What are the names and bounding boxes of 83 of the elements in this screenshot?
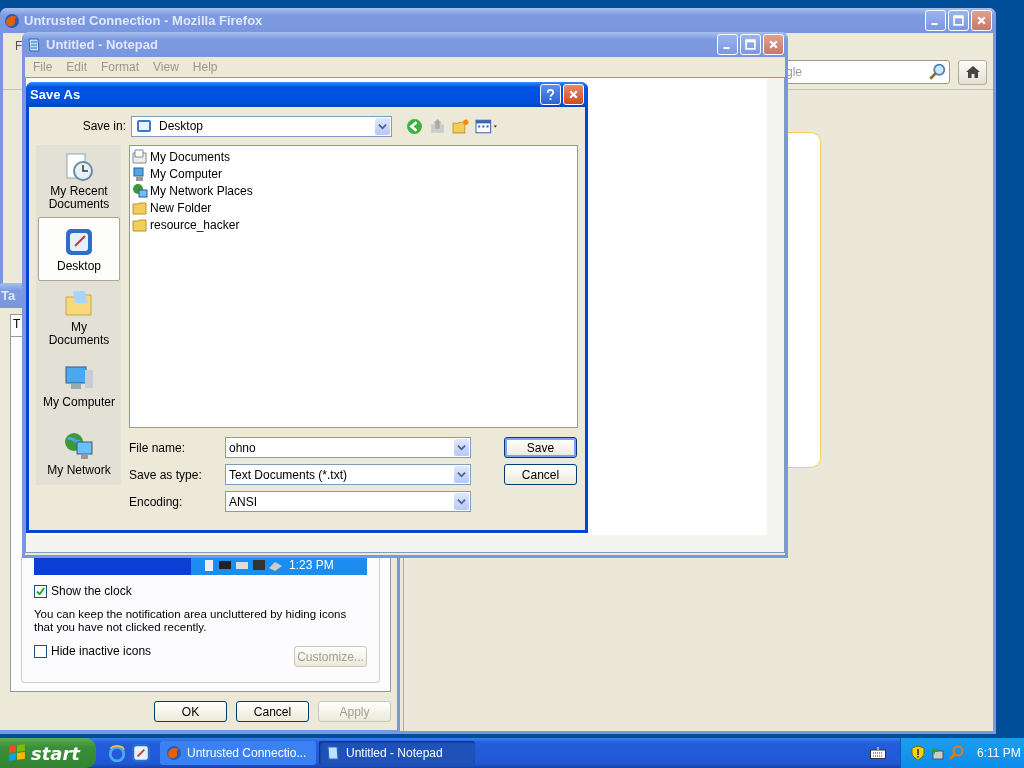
maximize-icon (953, 15, 964, 26)
keyboard-icon[interactable] (870, 747, 886, 759)
browser-icon[interactable] (108, 744, 126, 762)
notepad-icon (325, 745, 341, 761)
minimize-button[interactable] (717, 34, 738, 55)
close-button[interactable] (763, 34, 784, 55)
maximize-button[interactable] (948, 10, 969, 31)
close-icon (568, 89, 579, 100)
desktop-icon (136, 118, 152, 134)
place-item[interactable]: My Computer (38, 353, 120, 417)
menu-item[interactable]: F (15, 39, 23, 53)
place-item[interactable]: My Network (38, 421, 120, 485)
globe-icon (4, 12, 20, 29)
file-name[interactable]: resource_hacker (150, 217, 240, 232)
clock-text: 1:23 PM (289, 558, 334, 572)
start-button[interactable]: start (0, 738, 96, 768)
field-label: Save as type: (129, 467, 203, 482)
file-name[interactable]: My Network Places (150, 183, 253, 198)
minimize-button[interactable] (925, 10, 946, 31)
home-button[interactable] (958, 59, 987, 85)
up-folder-icon[interactable] (429, 117, 446, 135)
file-name[interactable]: My Documents (150, 149, 231, 164)
folder-icon (132, 216, 148, 233)
window-title: Untrusted Connection - Mozilla Firefox (24, 13, 264, 28)
dialog-button[interactable]: Save (504, 437, 577, 458)
close-button[interactable] (563, 84, 584, 105)
document-folder-icon (132, 148, 148, 165)
dialog-button[interactable]: Cancel (236, 701, 309, 722)
shield-icon[interactable] (910, 745, 926, 761)
folder-icon (132, 199, 148, 216)
minimize-icon (931, 23, 938, 25)
location-dropdown[interactable]: Desktop (131, 115, 392, 137)
checkbox-label: Show the clock (51, 584, 132, 598)
search-icon (928, 63, 946, 81)
chevron-down-icon[interactable] (457, 443, 466, 452)
chevron-down-icon[interactable] (457, 497, 466, 506)
flag-icon (8, 744, 26, 762)
globe-icon (166, 745, 182, 761)
dropdown-field[interactable]: Text Documents (*.txt) (225, 464, 471, 485)
field-label: Save in: (81, 119, 127, 133)
maximize-icon (745, 39, 756, 50)
field-label: File name: (129, 440, 187, 455)
place-item[interactable]: My Documents (38, 285, 120, 349)
file-name[interactable]: My Computer (150, 166, 223, 181)
notepad-icon (26, 36, 42, 53)
back-icon[interactable] (406, 117, 423, 135)
views-icon[interactable] (475, 117, 500, 135)
taskbar-button[interactable]: Untrusted Connectio... (160, 741, 316, 765)
dialog-button[interactable]: Cancel (504, 464, 577, 485)
chevron-down-icon[interactable] (457, 470, 466, 479)
vertical-scrollbar[interactable] (767, 78, 784, 535)
clock-document-icon (63, 151, 95, 183)
network-icon (132, 182, 148, 199)
window-title: Ta (1, 288, 17, 303)
checkbox[interactable] (34, 584, 47, 598)
question-mark-icon (545, 89, 556, 100)
minimize-icon (723, 47, 730, 49)
close-button[interactable] (971, 10, 992, 31)
new-folder-icon[interactable] (452, 117, 469, 135)
network-icon[interactable] (929, 745, 945, 761)
dropdown-field[interactable]: ohno (225, 437, 471, 458)
place-item[interactable]: My Recent Documents (38, 149, 120, 213)
window-title: Untitled - Notepad (46, 37, 159, 52)
checkbox[interactable] (34, 644, 47, 658)
file-list[interactable]: My Documents My Computer My Network Places New Folder resource_hacker (129, 145, 578, 428)
place-item[interactable]: Desktop (38, 217, 120, 281)
window-title: Save As (30, 87, 82, 102)
home-icon (964, 64, 981, 80)
taskbar-button[interactable]: Untitled - Notepad (319, 741, 475, 765)
file-name[interactable]: New Folder (150, 200, 212, 215)
close-icon (768, 39, 779, 50)
help-button[interactable] (540, 84, 561, 105)
dialog-button[interactable]: OK (154, 701, 227, 722)
checkbox-label: Hide inactive icons (51, 644, 152, 658)
clock-text: 6:11 PM (977, 746, 1021, 760)
desktop-icon[interactable] (132, 744, 150, 762)
horizontal-scrollbar[interactable] (26, 535, 784, 552)
description-text: You can keep the notification area uncluttered by hiding icons that you have not clicked recently. (34, 608, 348, 634)
field-label: Encoding: (129, 494, 184, 509)
maximize-button[interactable] (740, 34, 761, 55)
close-icon (976, 15, 987, 26)
chevron-down-icon[interactable] (378, 121, 387, 131)
dropdown-field[interactable]: ANSI (225, 491, 471, 512)
